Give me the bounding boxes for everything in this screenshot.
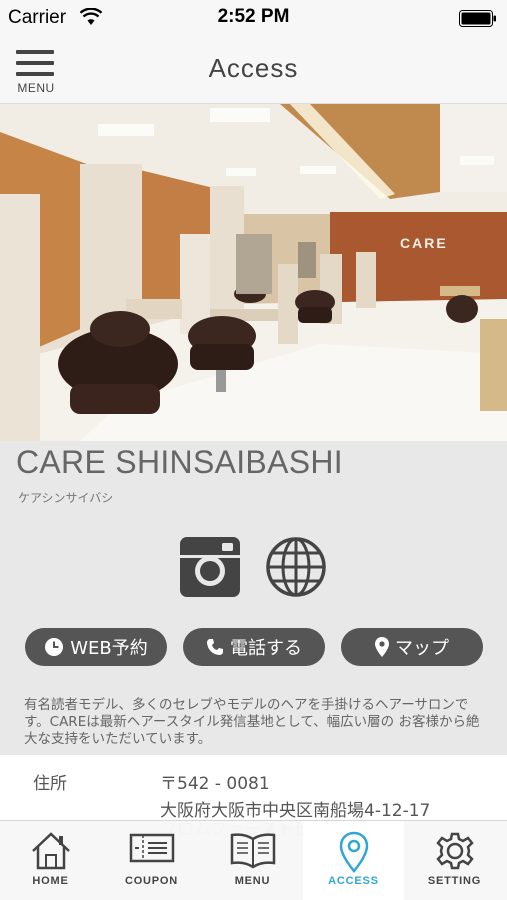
coupon-icon	[129, 833, 174, 863]
location-pin-icon	[339, 831, 368, 873]
map-label: マップ	[395, 638, 449, 659]
battery-icon	[459, 10, 496, 27]
tab-menu[interactable]: MENU	[202, 821, 303, 900]
salon-sign-text: CARE	[400, 235, 448, 251]
call-button[interactable]: 電話する	[183, 628, 325, 666]
status-bar: Carrier 2:52 PM	[0, 0, 507, 38]
tab-access-label: ACCESS	[328, 875, 379, 887]
tab-menu-label: MENU	[234, 875, 271, 887]
salon-photo: CARE	[0, 104, 507, 441]
shop-description: 有名読者モデル、多くのセレブやモデルのヘアを手掛けるヘアーサロンです。CAREは…	[24, 697, 480, 747]
shop-kana: ケアシンサイバシ	[18, 491, 114, 505]
tab-access[interactable]: ACCESS	[303, 821, 404, 900]
tab-coupon-label: COUPON	[124, 875, 179, 887]
instagram-icon[interactable]	[178, 535, 242, 599]
page-title: Access	[208, 53, 299, 83]
tab-setting-label: SETTING	[427, 875, 482, 887]
web-reserve-label: WEB予約	[70, 638, 148, 659]
web-reserve-button[interactable]: WEB予約	[25, 628, 167, 666]
tab-home[interactable]: HOME	[0, 821, 101, 900]
clock-icon	[45, 638, 64, 656]
map-button[interactable]: マップ	[341, 628, 483, 666]
map-pin-icon	[375, 637, 389, 657]
call-label: 電話する	[230, 638, 302, 659]
nav-bar: MENU Access	[0, 38, 507, 104]
tab-setting[interactable]: SETTING	[404, 821, 505, 900]
tab-coupon[interactable]: COUPON	[101, 821, 202, 900]
globe-icon[interactable]	[264, 535, 328, 599]
address-label: 住所	[33, 774, 67, 794]
address-panel: 住所 〒542 - 0081 大阪府大阪市中央区南船場4-12-17 フロムファ…	[0, 755, 507, 840]
tab-bar: HOME COUPON MENU ACCESS SETTING	[0, 820, 507, 900]
postal-code: 〒542 - 0081	[160, 774, 270, 794]
book-icon	[230, 833, 275, 869]
status-time: 2:52 PM	[217, 6, 290, 27]
home-icon	[31, 832, 70, 870]
gear-icon	[435, 832, 474, 870]
shop-name: CARE SHINSAIBASHI	[16, 444, 343, 480]
tab-home-label: HOME	[32, 875, 69, 887]
phone-icon	[207, 639, 223, 655]
